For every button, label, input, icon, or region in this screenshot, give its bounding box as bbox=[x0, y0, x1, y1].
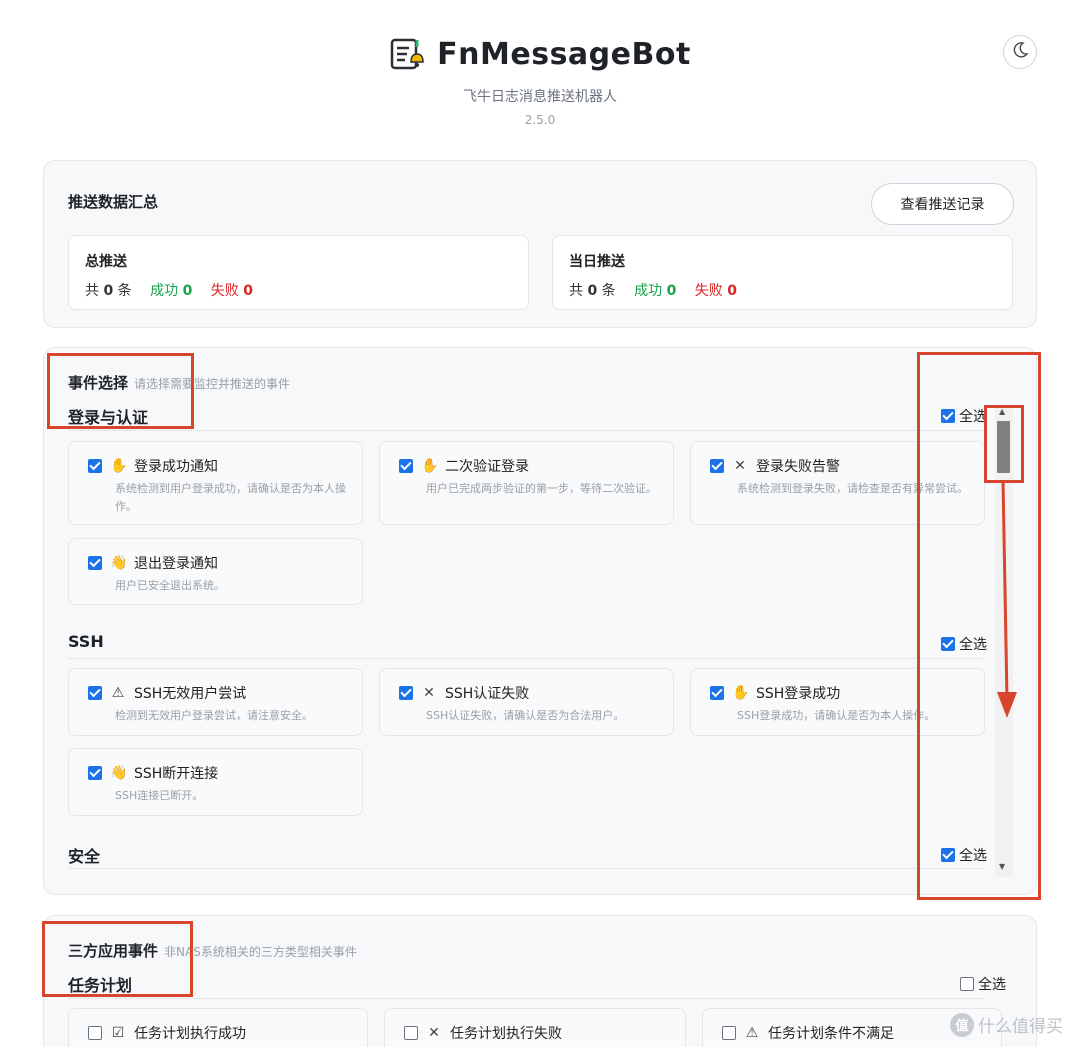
select-all-scheduled-tasks[interactable]: 全选 bbox=[960, 974, 1006, 994]
event-task-fail[interactable]: ✕ 任务计划执行失败 bbox=[384, 1008, 686, 1047]
event-ssh-disconnect[interactable]: 👋 SSH断开连接 SSH连接已断开。 bbox=[68, 748, 363, 816]
event-task-success[interactable]: ☑ 任务计划执行成功 bbox=[68, 1008, 368, 1047]
watermark: 值 什么值得买 bbox=[950, 1012, 1063, 1037]
group-divider bbox=[68, 868, 984, 869]
event-label: 登录成功通知 bbox=[134, 459, 218, 475]
warning-icon: ⚠ bbox=[111, 685, 125, 701]
event-checkbox[interactable] bbox=[399, 459, 413, 473]
today-success: 成功 0 bbox=[634, 283, 677, 299]
today-push-stats: 共 0 条 成功 0 失败 0 bbox=[569, 280, 737, 300]
event-label: SSH断开连接 bbox=[134, 766, 219, 782]
event-label: SSH无效用户尝试 bbox=[134, 686, 247, 702]
event-two-factor-login[interactable]: ✋ 二次验证登录 用户已完成两步验证的第一步，等待二次验证。 bbox=[379, 441, 674, 525]
group-title-security: 安全 bbox=[68, 847, 101, 866]
event-label: 登录失败告警 bbox=[756, 459, 840, 475]
hand-icon: ✋ bbox=[732, 685, 750, 701]
annotation-box-thumb bbox=[984, 405, 1024, 483]
today-push-label: 当日推送 bbox=[569, 254, 625, 270]
event-checkbox[interactable] bbox=[722, 1026, 736, 1040]
push-summary-card: 推送数据汇总 查看推送记录 总推送 共 0 条 成功 0 失败 0 当日推送 共… bbox=[43, 160, 1037, 328]
select-all-checkbox[interactable] bbox=[960, 977, 974, 991]
wave-icon: 👋 bbox=[110, 555, 128, 571]
group-divider bbox=[68, 998, 984, 999]
event-desc: SSH认证失败，请确认是否为合法用户。 bbox=[426, 709, 625, 722]
moon-icon bbox=[1011, 41, 1029, 63]
hand-icon: ✋ bbox=[110, 458, 128, 474]
watermark-text: 什么值得买 bbox=[978, 1017, 1063, 1037]
event-label: SSH认证失败 bbox=[445, 686, 530, 702]
event-desc: 系统检测到用户登录成功，请确认是否为本人操作。 bbox=[115, 482, 346, 513]
total-count: 0 bbox=[103, 283, 114, 299]
total-prefix: 共 bbox=[85, 283, 99, 299]
total-push-label: 总推送 bbox=[85, 254, 127, 270]
event-checkbox[interactable] bbox=[88, 459, 102, 473]
event-desc: 检测到无效用户登录尝试，请注意安全。 bbox=[115, 709, 313, 722]
event-label: 二次验证登录 bbox=[445, 459, 529, 475]
app-subtitle: 飞牛日志消息推送机器人 bbox=[463, 89, 617, 105]
view-records-button[interactable]: 查看推送记录 bbox=[871, 183, 1014, 225]
total-push-stats: 共 0 条 成功 0 失败 0 bbox=[85, 280, 253, 300]
total-push-box: 总推送 共 0 条 成功 0 失败 0 bbox=[68, 235, 529, 310]
group-divider bbox=[68, 430, 984, 431]
title-row: FnMessageBot bbox=[0, 36, 1080, 72]
summary-title: 推送数据汇总 bbox=[68, 193, 159, 211]
app-title: FnMessageBot bbox=[437, 36, 691, 72]
group-divider bbox=[68, 658, 984, 659]
app-header: FnMessageBot 飞牛日志消息推送机器人 2.5.0 bbox=[0, 0, 1080, 150]
group-title-ssh: SSH bbox=[68, 632, 104, 651]
event-selection-card: 事件选择 请选择需要监控并推送的事件 登录与认证 全选 ✋ 登录成功通知 系统检测到… bbox=[43, 347, 1037, 895]
today-prefix: 共 bbox=[569, 283, 583, 299]
select-all-label: 全选 bbox=[978, 977, 1006, 993]
event-checkbox[interactable] bbox=[710, 686, 724, 700]
event-checkbox[interactable] bbox=[710, 459, 724, 473]
total-unit: 条 bbox=[117, 283, 132, 299]
today-unit: 条 bbox=[601, 283, 616, 299]
event-desc: 用户已完成两步验证的第一步，等待二次验证。 bbox=[426, 482, 657, 495]
total-fail: 失败 0 bbox=[210, 283, 253, 299]
x-icon: ✕ bbox=[734, 458, 746, 474]
notebook-bell-icon bbox=[389, 36, 425, 72]
event-logout[interactable]: 👋 退出登录通知 用户已安全退出系统。 bbox=[68, 538, 363, 605]
event-ssh-auth-fail[interactable]: ✕ SSH认证失败 SSH认证失败，请确认是否为合法用户。 bbox=[379, 668, 674, 736]
warning-icon: ⚠ bbox=[745, 1025, 759, 1041]
event-label: 任务计划条件不满足 bbox=[768, 1026, 894, 1042]
event-checkbox[interactable] bbox=[399, 686, 413, 700]
event-checkbox[interactable] bbox=[88, 766, 102, 780]
today-push-box: 当日推送 共 0 条 成功 0 失败 0 bbox=[552, 235, 1013, 310]
event-checkbox[interactable] bbox=[88, 556, 102, 570]
watermark-badge: 值 bbox=[950, 1012, 974, 1037]
event-desc: 用户已安全退出系统。 bbox=[115, 579, 225, 592]
x-icon: ✕ bbox=[428, 1025, 440, 1041]
annotation-arrow-down bbox=[997, 479, 1017, 718]
event-label: 退出登录通知 bbox=[134, 556, 218, 572]
event-checkbox[interactable] bbox=[88, 1026, 102, 1040]
x-icon: ✕ bbox=[423, 685, 435, 701]
wave-icon: 👋 bbox=[110, 765, 128, 781]
total-success: 成功 0 bbox=[150, 283, 193, 299]
event-label: SSH登录成功 bbox=[756, 686, 841, 702]
event-desc: SSH连接已断开。 bbox=[115, 789, 204, 802]
app-version: 2.5.0 bbox=[524, 113, 556, 127]
annotation-box-event-title bbox=[47, 353, 194, 429]
event-login-success[interactable]: ✋ 登录成功通知 系统检测到用户登录成功，请确认是否为本人操作。 bbox=[68, 441, 363, 525]
event-checkbox[interactable] bbox=[88, 686, 102, 700]
today-fail: 失败 0 bbox=[694, 283, 737, 299]
today-count: 0 bbox=[587, 283, 598, 299]
event-checkbox[interactable] bbox=[404, 1026, 418, 1040]
event-ssh-invalid-user[interactable]: ⚠ SSH无效用户尝试 检测到无效用户登录尝试，请注意安全。 bbox=[68, 668, 363, 736]
hand-icon: ✋ bbox=[421, 458, 439, 474]
annotation-box-third-party bbox=[42, 921, 193, 997]
check-box-icon: ☑ bbox=[111, 1025, 125, 1041]
event-label: 任务计划执行成功 bbox=[134, 1026, 246, 1042]
theme-toggle-button[interactable] bbox=[1003, 35, 1037, 69]
event-label: 任务计划执行失败 bbox=[450, 1026, 562, 1042]
